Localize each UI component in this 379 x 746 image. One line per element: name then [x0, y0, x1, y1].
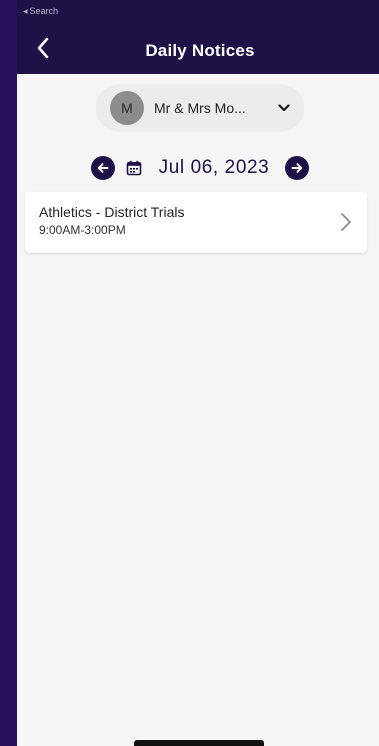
arrow-left-icon [97, 163, 109, 173]
notice-title: Athletics - District Trials [39, 204, 185, 220]
arrow-right-icon [291, 163, 303, 173]
child-selector-wrap: M Mr & Mrs Mo... [17, 84, 379, 132]
date-navigator: Jul 06, 2023 [17, 152, 379, 184]
home-indicator [134, 740, 264, 746]
selected-date[interactable]: Jul 06, 2023 [159, 157, 270, 179]
back-button[interactable] [27, 32, 59, 64]
status-back-label[interactable]: Search [30, 6, 59, 16]
prev-day-button[interactable] [90, 156, 115, 180]
notice-time: 9:00AM-3:00PM [39, 223, 126, 237]
app-screen: ◂ Search Daily Notices M Mr & Mrs Mo... [17, 0, 379, 746]
notice-list-item[interactable]: Athletics - District Trials 9:00AM-3:00P… [25, 192, 367, 253]
avatar: M [110, 91, 144, 125]
chevron-left-icon [37, 37, 49, 59]
child-selector-dropdown[interactable]: M Mr & Mrs Mo... [96, 84, 304, 132]
calendar-icon[interactable] [125, 159, 143, 177]
chevron-right-icon [337, 210, 355, 234]
status-back-arrow[interactable]: ◂ [23, 6, 28, 17]
avatar-initial: M [121, 100, 133, 116]
status-bar: ◂ Search [17, 0, 379, 22]
next-day-button[interactable] [285, 156, 310, 180]
chevron-down-icon [276, 100, 292, 116]
page-title: Daily Notices [145, 41, 255, 60]
app-header: Daily Notices [17, 22, 379, 74]
selected-name: Mr & Mrs Mo... [154, 100, 246, 116]
